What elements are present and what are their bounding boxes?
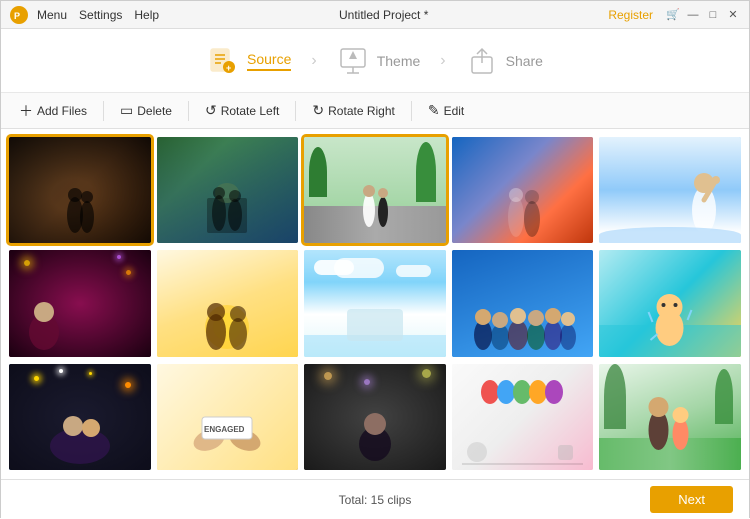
menu-item-help[interactable]: Help [134, 8, 159, 22]
media-item-5[interactable] [599, 137, 741, 243]
app-logo: P [9, 5, 29, 25]
theme-icon [337, 45, 369, 77]
delete-button[interactable]: ▭ Delete [110, 98, 182, 123]
media-item-4[interactable] [452, 137, 594, 243]
wizard-arrow-2: › [440, 52, 445, 70]
toolbar-divider-2 [188, 101, 189, 121]
toolbar-divider-4 [411, 101, 412, 121]
svg-text:P: P [14, 11, 20, 21]
add-files-button[interactable]: ＋ Add Files [9, 97, 97, 125]
edit-icon: ✎ [428, 102, 440, 119]
close-button[interactable]: ✕ [725, 7, 741, 23]
media-item-8[interactable] [304, 250, 446, 356]
rotate-right-button[interactable]: ↻ Rotate Right [302, 98, 404, 123]
source-icon: + [207, 45, 239, 77]
toolbar-divider-1 [103, 101, 104, 121]
next-button[interactable]: Next [650, 486, 733, 513]
delete-icon: ▭ [120, 102, 133, 119]
wizard-step-share[interactable]: Share [450, 37, 559, 85]
theme-step-label: Theme [377, 53, 421, 69]
media-item-2[interactable] [157, 137, 299, 243]
media-item-9[interactable] [452, 250, 594, 356]
minimize-button[interactable]: — [685, 7, 701, 23]
menu-bar: Menu Settings Help [37, 8, 159, 22]
rotate-left-button[interactable]: ↺ Rotate Left [195, 98, 289, 123]
wizard-steps: + Source › Theme › Share [1, 29, 749, 93]
media-item-13[interactable] [304, 364, 446, 470]
media-item-15[interactable] [599, 364, 741, 470]
media-item-10[interactable] [599, 250, 741, 356]
media-item-12[interactable]: ENGAGED [157, 364, 299, 470]
title-bar: P Menu Settings Help Untitled Project * … [1, 1, 749, 29]
wizard-step-source[interactable]: + Source [191, 37, 307, 85]
register-link[interactable]: Register [608, 8, 653, 22]
media-item-3[interactable] [304, 137, 446, 243]
rotate-left-icon: ↺ [205, 102, 217, 119]
media-item-1[interactable] [9, 137, 151, 243]
add-files-icon: ＋ [19, 101, 33, 121]
media-grid: ENGAGED [1, 129, 749, 479]
svg-text:ENGAGED: ENGAGED [204, 425, 245, 434]
edit-button[interactable]: ✎ Edit [418, 98, 474, 123]
window-title: Untitled Project * [159, 8, 608, 22]
window-controls: Register 🛒 — □ ✕ [608, 7, 741, 23]
media-item-6[interactable] [9, 250, 151, 356]
menu-item-menu[interactable]: Menu [37, 8, 67, 22]
maximize-button[interactable]: □ [705, 7, 721, 23]
cart-icon[interactable]: 🛒 [665, 7, 681, 23]
media-item-14[interactable] [452, 364, 594, 470]
toolbar-divider-3 [295, 101, 296, 121]
menu-item-settings[interactable]: Settings [79, 8, 122, 22]
total-clips-label: Total: 15 clips [339, 493, 412, 507]
media-item-11[interactable] [9, 364, 151, 470]
share-icon [466, 45, 498, 77]
share-step-label: Share [506, 53, 543, 69]
media-item-7[interactable] [157, 250, 299, 356]
source-step-label: Source [247, 51, 291, 71]
rotate-right-icon: ↻ [312, 102, 324, 119]
wizard-step-theme[interactable]: Theme [321, 37, 437, 85]
bottom-bar: Total: 15 clips Next [1, 479, 749, 519]
svg-text:+: + [226, 63, 231, 73]
toolbar: ＋ Add Files ▭ Delete ↺ Rotate Left ↻ Rot… [1, 93, 749, 129]
wizard-arrow-1: › [311, 52, 316, 70]
